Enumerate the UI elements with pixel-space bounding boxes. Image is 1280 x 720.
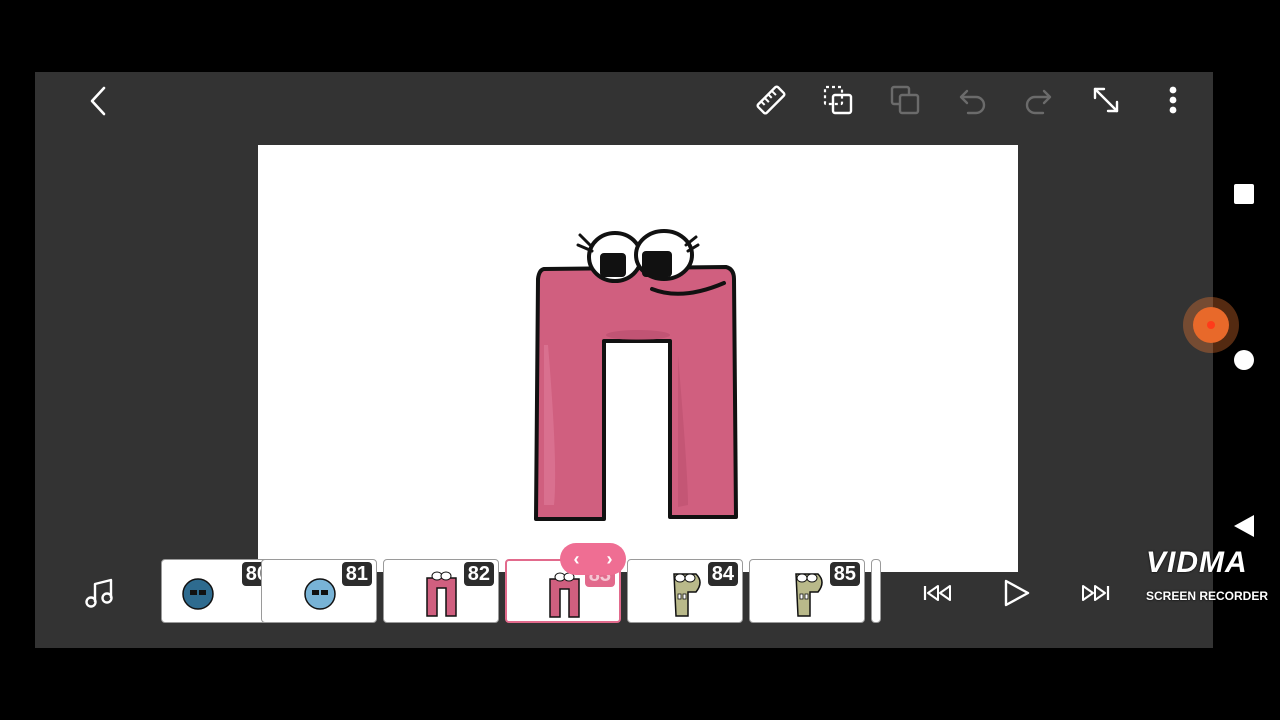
play-button[interactable] bbox=[997, 574, 1035, 612]
frame-thumbnail[interactable]: 81 bbox=[261, 559, 377, 623]
more-button[interactable] bbox=[1157, 82, 1189, 118]
undo-icon bbox=[959, 89, 986, 115]
triangle-back-icon bbox=[1234, 515, 1254, 537]
ruler-button[interactable] bbox=[753, 82, 789, 118]
expand-icon bbox=[1093, 87, 1119, 113]
music-icon bbox=[85, 578, 113, 608]
frame-timeline[interactable]: 80 81 82 83 84 85 bbox=[161, 559, 881, 625]
copy-frame-icon bbox=[823, 85, 853, 115]
drawing-canvas[interactable] bbox=[258, 145, 1018, 572]
music-button[interactable] bbox=[81, 574, 119, 612]
frame-nav-pill[interactable]: ‹ › bbox=[560, 543, 626, 575]
undo-button[interactable] bbox=[954, 82, 990, 118]
skip-to-start-button[interactable] bbox=[919, 576, 957, 610]
skip-to-end-button[interactable] bbox=[1076, 576, 1114, 610]
watermark-logo: VIDMA bbox=[1146, 546, 1248, 579]
skip-to-end-icon bbox=[1082, 585, 1110, 601]
back-icon bbox=[90, 86, 106, 116]
frame-thumbnail[interactable]: 80 bbox=[161, 559, 277, 623]
more-icon bbox=[1169, 86, 1177, 114]
screen-recorder-floating-button[interactable] bbox=[1183, 297, 1239, 353]
frame-number: 82 bbox=[463, 562, 494, 586]
next-frame-arrow[interactable]: › bbox=[607, 549, 613, 570]
ruler-icon bbox=[756, 85, 786, 115]
frame-thumbnail[interactable]: 84 bbox=[627, 559, 743, 623]
home-button[interactable] bbox=[1232, 348, 1256, 372]
recent-apps-button[interactable] bbox=[1232, 182, 1256, 206]
redo-button[interactable] bbox=[1021, 82, 1057, 118]
frame-number: 81 bbox=[341, 562, 372, 586]
animation-app: 80 81 82 83 84 85 ‹ › bbox=[35, 72, 1213, 648]
record-icon bbox=[1193, 307, 1229, 343]
frame-number: 85 bbox=[829, 562, 860, 586]
skip-to-start-icon bbox=[923, 585, 951, 601]
screen-recorder-watermark: VIDMA SCREEN RECORDER bbox=[1146, 535, 1268, 603]
frame-thumbnail[interactable]: 85 bbox=[749, 559, 865, 623]
play-icon bbox=[1004, 579, 1030, 607]
system-navigation-bar bbox=[1213, 0, 1280, 720]
frame-thumbnail-partial[interactable] bbox=[871, 559, 881, 623]
frame-number: 84 bbox=[707, 562, 738, 586]
letter-character-drawing bbox=[534, 229, 738, 521]
back-button[interactable] bbox=[81, 84, 115, 118]
redo-icon bbox=[1025, 89, 1052, 115]
paste-frame-button[interactable] bbox=[887, 82, 923, 118]
watermark-subtitle: SCREEN RECORDER bbox=[1146, 589, 1269, 603]
expand-button[interactable] bbox=[1088, 82, 1124, 118]
copy-frame-button[interactable] bbox=[820, 82, 856, 118]
frame-thumbnail[interactable]: 82 bbox=[383, 559, 499, 623]
paste-frame-icon bbox=[890, 85, 920, 115]
circle-icon bbox=[1234, 350, 1254, 370]
previous-frame-arrow[interactable]: ‹ bbox=[574, 549, 580, 570]
square-icon bbox=[1234, 184, 1254, 204]
